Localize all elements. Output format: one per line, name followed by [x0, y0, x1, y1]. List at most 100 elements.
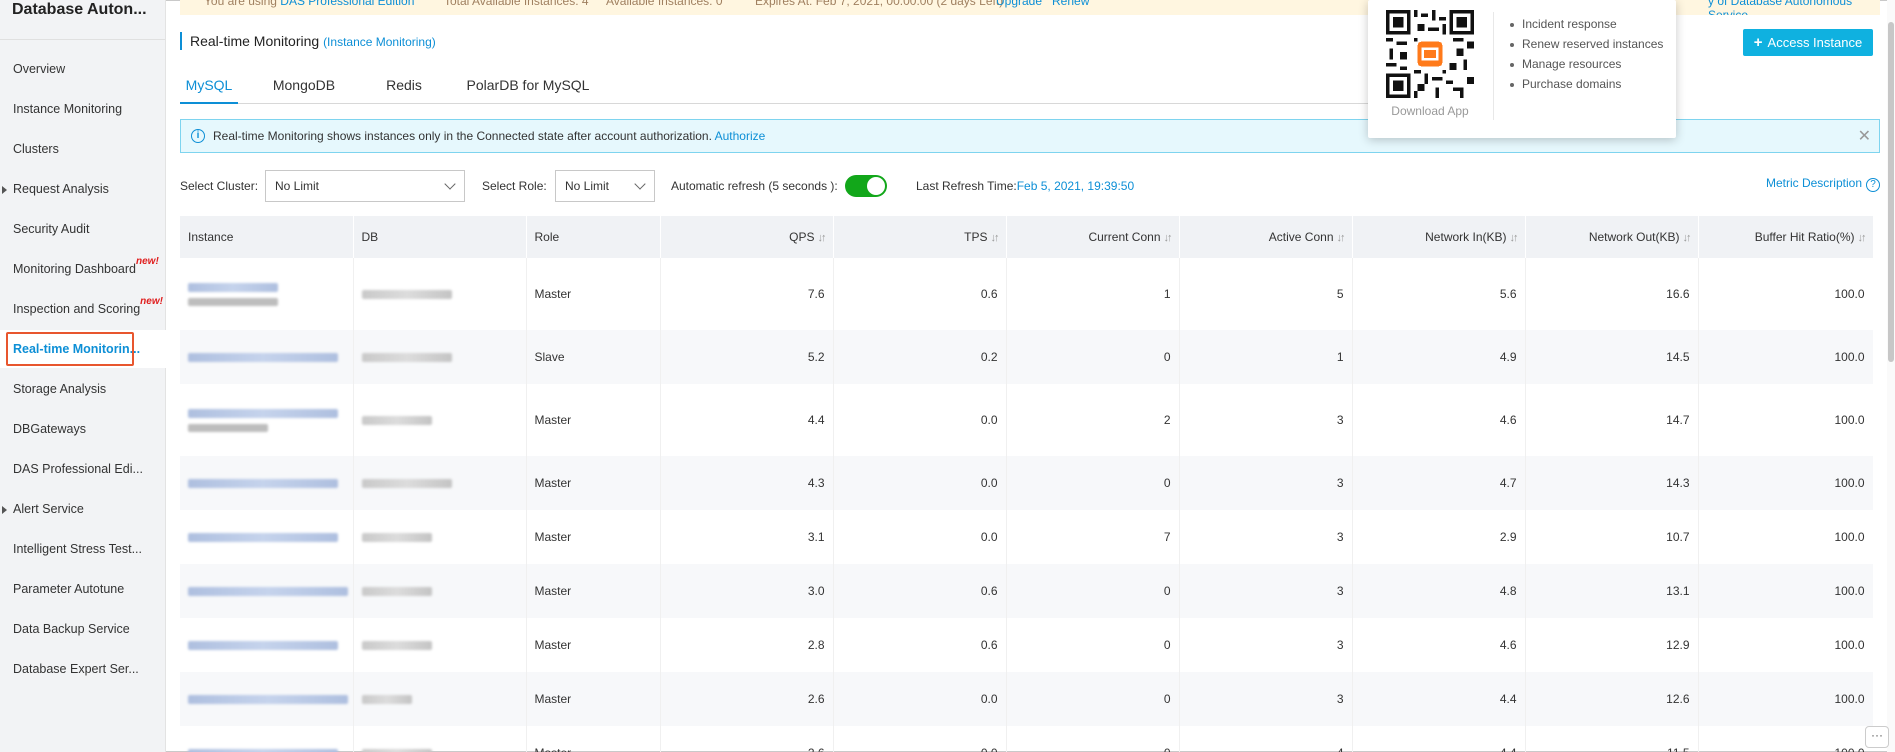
redacted-instance-id: [188, 694, 348, 704]
network-in-cell: 4.4: [1352, 726, 1526, 752]
instance-cell[interactable]: [180, 726, 354, 752]
sort-icon[interactable]: ↓↑: [818, 232, 827, 244]
caret-right-icon: [2, 186, 7, 194]
scrollbar-thumb[interactable]: [1888, 22, 1894, 362]
auto-refresh-label: Automatic refresh (5 seconds ):: [671, 179, 838, 193]
col-buffer-hit-ratio[interactable]: Buffer Hit Ratio(%) ↓↑: [1698, 216, 1873, 258]
instance-cell[interactable]: [180, 564, 354, 618]
col-qps[interactable]: QPS ↓↑: [660, 216, 834, 258]
sidebar-item-das-professional-edi[interactable]: DAS Professional Edi...: [0, 450, 166, 488]
sidebar-item-alert-service[interactable]: Alert Service: [0, 490, 166, 528]
sort-icon[interactable]: ↓↑: [1510, 232, 1519, 244]
col-active-conn[interactable]: Active Conn ↓↑: [1179, 216, 1353, 258]
sidebar-title: Database Auton...: [0, 0, 165, 40]
redacted-db-name: [361, 640, 432, 650]
active-conn-cell: 4: [1179, 726, 1353, 752]
app-download-popup: Download App Incident response Renew res…: [1368, 0, 1676, 138]
col-current-conn-label: Current Conn: [1088, 230, 1161, 244]
sidebar-item-security-audit[interactable]: Security Audit: [0, 210, 166, 248]
tab-mongodb[interactable]: MongoDB: [260, 70, 348, 104]
upgrade-link[interactable]: Upgrade: [996, 0, 1042, 8]
table-row[interactable]: Master 3.1 0.0 7 3 2.9 10.7 100.0: [180, 510, 1873, 564]
sidebar-item-clusters[interactable]: Clusters: [0, 130, 166, 168]
table-row[interactable]: Master2.60.0044.411.5100.0: [180, 726, 1873, 752]
sort-icon[interactable]: ↓↑: [1683, 232, 1692, 244]
instance-cell[interactable]: [180, 618, 354, 672]
instance-cell[interactable]: [180, 456, 354, 510]
sort-icon[interactable]: ↓↑: [1164, 232, 1173, 244]
sidebar-item-label: Request Analysis: [13, 182, 109, 196]
auto-refresh-toggle[interactable]: [845, 175, 887, 197]
sidebar-item-database-expert-ser[interactable]: Database Expert Ser...: [0, 650, 166, 688]
sidebar-item-real-time-monitorin[interactable]: Real-time Monitorin...: [0, 330, 166, 368]
table-row[interactable]: Slave 5.2 0.2 0 1 4.9 14.5 100.0: [180, 330, 1873, 384]
col-role: Role: [526, 216, 661, 258]
close-icon[interactable]: ✕: [1858, 126, 1871, 146]
sidebar-item-monitoring-dashboard[interactable]: Monitoring Dashboardnew!: [0, 250, 166, 288]
page-subtitle-link[interactable]: (Instance Monitoring): [323, 35, 436, 49]
cluster-select[interactable]: No Limit: [265, 170, 465, 202]
instance-cell[interactable]: [180, 384, 354, 456]
sidebar-item-label: DBGateways: [13, 422, 86, 436]
table-row[interactable]: Master 2.6 0.0 0 3 4.4 12.6 100.0: [180, 672, 1873, 726]
role-cell: Slave: [526, 330, 661, 384]
sidebar-item-request-analysis[interactable]: Request Analysis: [0, 170, 166, 208]
sidebar-item-storage-analysis[interactable]: Storage Analysis: [0, 370, 166, 408]
redacted-db-name: [361, 532, 432, 542]
tab-polardb-mysql[interactable]: PolarDB for MySQL: [460, 70, 596, 104]
sort-icon[interactable]: ↓↑: [991, 232, 1000, 244]
table-row[interactable]: Master 7.6 0.6 1 5 5.6 16.6 100.0: [180, 258, 1873, 330]
sidebar-item-overview[interactable]: Overview: [0, 50, 166, 88]
page-title-text: Real-time Monitoring: [190, 33, 320, 49]
table-row[interactable]: Master 3.0 0.6 0 3 4.8 13.1 100.0: [180, 564, 1873, 618]
col-network-out[interactable]: Network Out(KB) ↓↑: [1525, 216, 1699, 258]
sidebar-item-dbgateways[interactable]: DBGateways: [0, 410, 166, 448]
current-conn-cell: 0: [1006, 672, 1180, 726]
access-instance-button[interactable]: + Access Instance: [1743, 29, 1873, 56]
edition-link[interactable]: DAS Professional Edition: [280, 0, 414, 8]
instance-cell[interactable]: [180, 672, 354, 726]
tab-mysql[interactable]: MySQL: [180, 70, 238, 104]
redacted-db-name: [361, 694, 412, 704]
redacted-instance-id: [188, 352, 338, 362]
tps-cell: 0.0: [833, 510, 1007, 564]
col-network-in[interactable]: Network In(KB) ↓↑: [1352, 216, 1526, 258]
app-feature-list: Incident response Renew reserved instanc…: [1508, 14, 1663, 94]
instance-cell[interactable]: [180, 330, 354, 384]
sidebar-item-label: Instance Monitoring: [13, 102, 123, 116]
table-row[interactable]: Master 4.3 0.0 0 3 4.7 14.3 100.0: [180, 456, 1873, 510]
network-in-cell: 5.6: [1352, 258, 1526, 330]
tab-redis[interactable]: Redis: [376, 70, 432, 104]
buffer-hit-ratio-cell: 100.0: [1698, 618, 1873, 672]
renew-link[interactable]: Renew: [1052, 0, 1089, 8]
sidebar-item-parameter-autotune[interactable]: Parameter Autotune: [0, 570, 166, 608]
list-item: Purchase domains: [1508, 74, 1663, 94]
sidebar-item-intelligent-stress-test[interactable]: Intelligent Stress Test...: [0, 530, 166, 568]
notice-right-link[interactable]: y of Database Autonomous Service: [1708, 0, 1880, 15]
sidebar-item-instance-monitoring[interactable]: Instance Monitoring: [0, 90, 166, 128]
sidebar-item-label: Intelligent Stress Test...: [13, 542, 142, 556]
table-header-row: Instance DB Role QPS ↓↑ TPS ↓↑ Current Con…: [180, 216, 1873, 258]
instance-cell[interactable]: [180, 258, 354, 330]
notice-expires: Expires At: Feb 7, 2021, 00:00:00 (2 day…: [755, 0, 1004, 8]
sidebar-item-data-backup-service[interactable]: Data Backup Service: [0, 610, 166, 648]
role-cell: Master: [526, 258, 661, 330]
metric-description-link[interactable]: Metric Description?: [1766, 176, 1880, 192]
qps-cell: 4.4: [660, 384, 834, 456]
role-select[interactable]: No Limit: [555, 170, 655, 202]
table-row[interactable]: Master 2.8 0.6 0 3 4.6 12.9 100.0: [180, 618, 1873, 672]
table-row[interactable]: Master 4.4 0.0 2 3 4.6 14.7 100.0: [180, 384, 1873, 456]
sidebar-item-inspection-and-scoring[interactable]: Inspection and Scoringnew!: [0, 290, 166, 328]
col-tps[interactable]: TPS ↓↑: [833, 216, 1007, 258]
sidebar-item-label: Data Backup Service: [13, 622, 130, 636]
col-current-conn[interactable]: Current Conn ↓↑: [1006, 216, 1180, 258]
instance-cell[interactable]: [180, 510, 354, 564]
authorize-link[interactable]: Authorize: [715, 129, 766, 143]
buffer-hit-ratio-cell: 100.0: [1698, 456, 1873, 510]
redacted-instance-id: [188, 586, 348, 596]
page-scrollbar[interactable]: [1887, 0, 1895, 752]
sort-icon[interactable]: ↓↑: [1337, 232, 1346, 244]
sort-icon[interactable]: ↓↑: [1858, 232, 1867, 244]
chat-icon[interactable]: ···: [1865, 726, 1889, 748]
sidebar-item-label: Real-time Monitorin...: [13, 342, 141, 356]
